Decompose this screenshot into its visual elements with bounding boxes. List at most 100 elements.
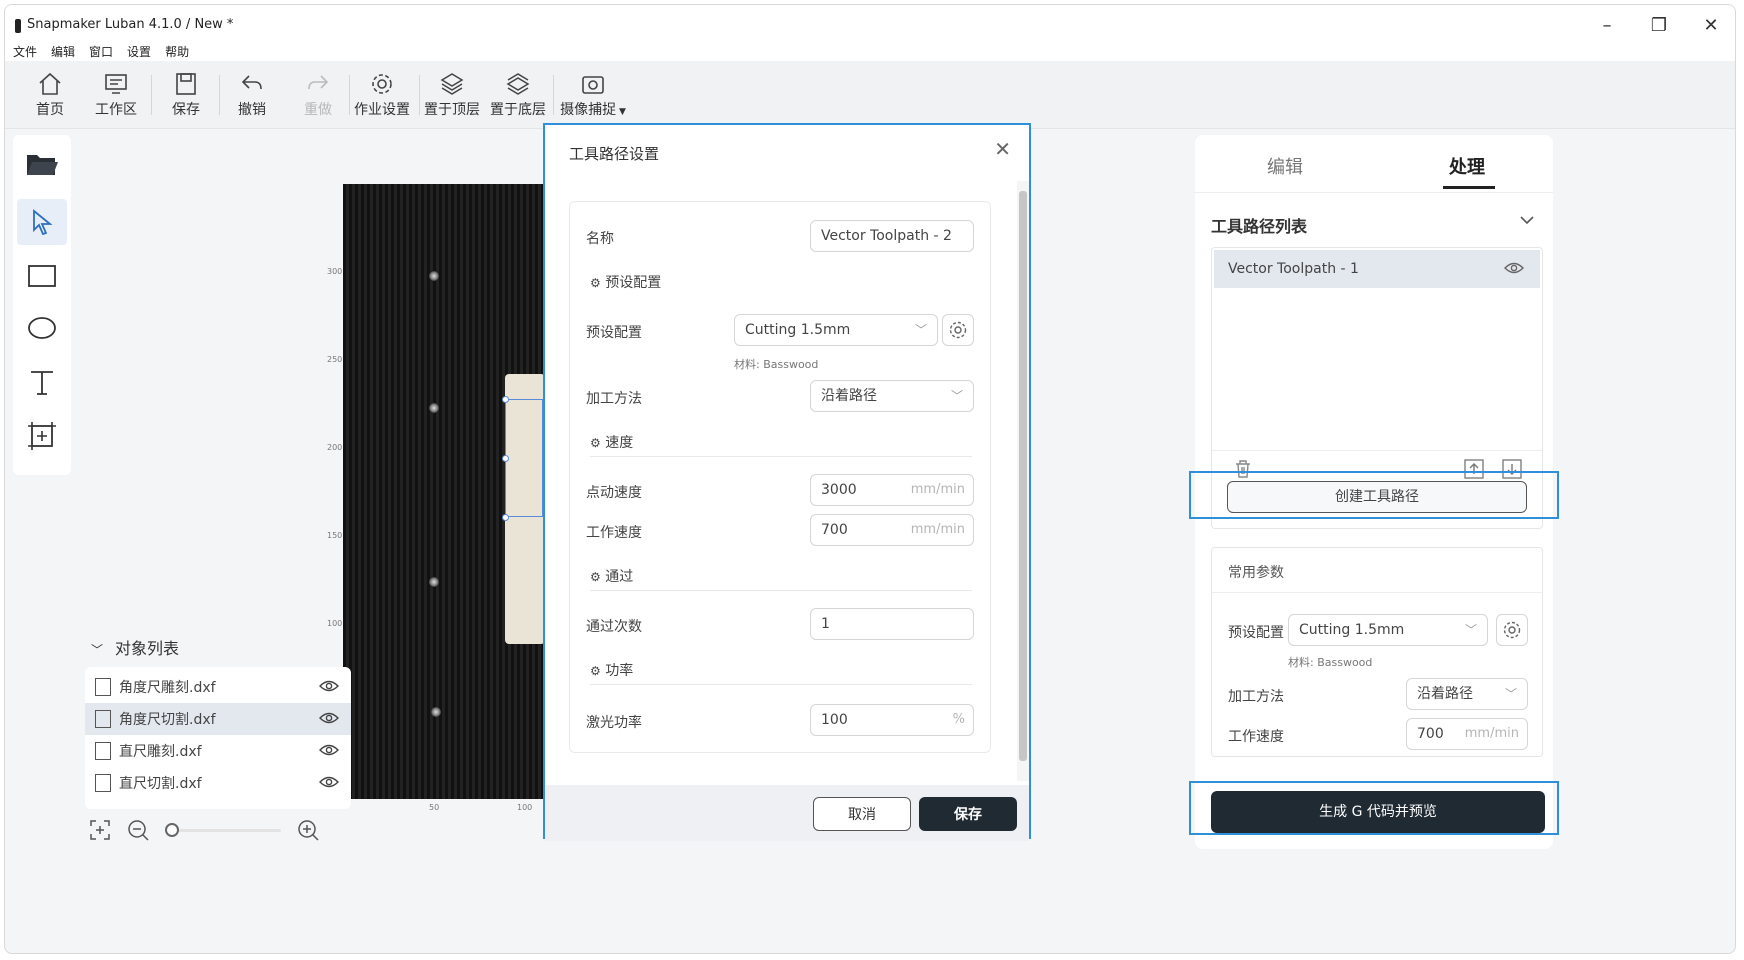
select-tool-button[interactable] [17,199,67,245]
add-frame-tool-button[interactable] [17,413,67,459]
jog-speed-input[interactable]: 3000 mm/min [810,474,974,506]
preset-settings-button[interactable] [942,314,974,346]
text-icon [31,371,53,395]
photo-dot [429,403,439,413]
zoom-slider-track[interactable] [171,829,281,832]
preset-select[interactable]: Cutting 1.5mm ﹀ [734,314,938,346]
selection-box[interactable] [502,396,543,521]
main-toolbar: 首页 工作区 保存 撤销 重做 作业设置 置于顶层 置于底层 摄像捕捉 ▼ [5,61,1735,129]
job-setup-button[interactable]: 作业设置 [349,67,415,119]
divider [1212,592,1542,593]
object-name: 直尺雕刻.dxf [119,744,202,760]
work-speed-input[interactable]: 700 mm/min [1406,718,1528,750]
eye-icon[interactable] [319,679,339,693]
gear-icon: ⚙ [590,570,601,584]
undo-button[interactable]: 撤销 [219,67,285,119]
redo-button[interactable]: 重做 [285,67,351,119]
resize-handle[interactable] [502,396,509,403]
workspace-button[interactable]: 工作区 [83,67,149,119]
resize-handle[interactable] [502,514,509,521]
method-select[interactable]: 沿着路径 ﹀ [1406,678,1528,710]
work-speed-value: 700 [821,522,848,538]
method-label: 加工方法 [1228,689,1284,705]
object-name: 直尺切割.dxf [119,776,202,792]
chevron-down-icon[interactable] [1519,215,1535,225]
passes-input[interactable]: 1 [810,608,974,640]
dialog-close-button[interactable]: ✕ [994,137,1011,161]
object-list-item[interactable]: 角度尺切割.dxf [85,703,351,735]
object-list-header[interactable]: ﹀ 对象列表 [91,635,179,659]
home-button[interactable]: 首页 [17,67,83,119]
toolpath-item[interactable]: Vector Toolpath - 1 [1214,250,1540,288]
send-to-back-label: 置于底层 [490,102,546,118]
minimize-button[interactable]: – [1597,15,1617,36]
ellipse-icon [28,317,56,339]
bring-to-front-button[interactable]: 置于顶层 [419,67,485,119]
y-tick-label: 200 [327,443,343,452]
speed-unit: mm/min [1464,726,1519,741]
method-select[interactable]: 沿着路径 ﹀ [810,380,974,412]
speed-section-header[interactable]: ⚙ 速度 [590,432,633,452]
text-tool-button[interactable] [17,359,67,405]
zoom-slider-knob[interactable] [165,823,179,837]
menu-window[interactable]: 窗口 [89,43,113,60]
fit-to-screen-icon[interactable] [89,819,111,841]
save-button[interactable]: 保存 [919,797,1017,831]
photo-dot [429,271,439,281]
undo-icon [241,75,262,90]
preset-label: 预设配置 [1228,625,1284,641]
laser-power-label: 激光功率 [586,715,642,731]
save-toolbar-button[interactable]: 保存 [153,67,219,119]
preset-select[interactable]: Cutting 1.5mm ﹀ [1288,614,1488,646]
chevron-down-icon: ﹀ [1464,623,1477,637]
camera-capture-button[interactable]: 摄像捕捉 ▼ [555,67,631,119]
resize-handle[interactable] [502,455,509,462]
menu-file[interactable]: 文件 [13,43,37,60]
object-list-item[interactable]: 直尺切割.dxf [85,767,351,799]
power-section-title: 功率 [605,663,634,679]
menu-help[interactable]: 帮助 [165,43,189,60]
power-section-header[interactable]: ⚙ 功率 [590,660,633,680]
pass-section-header[interactable]: ⚙ 通过 [590,566,633,586]
chevron-down-icon: ﹀ [91,643,104,657]
app-window: Snapmaker Luban 4.1.0 / New * 文件 编辑 窗口 设… [4,4,1736,954]
create-toolpath-highlight [1189,471,1559,519]
common-params-title: 常用参数 [1228,565,1284,581]
material-note: 材料: Basswood [734,358,819,371]
ellipse-tool-button[interactable] [17,305,67,351]
eye-icon[interactable] [319,743,339,757]
tab-edit[interactable]: 编辑 [1267,153,1303,179]
laser-power-input[interactable]: 100 % [810,704,974,736]
work-speed-input[interactable]: 700 mm/min [810,514,974,546]
eye-icon[interactable] [319,711,339,725]
zoom-controls [89,817,329,845]
scrollbar-thumb[interactable] [1019,191,1027,761]
cancel-button[interactable]: 取消 [813,797,911,831]
toolpath-name-input[interactable]: Vector Toolpath - 2 [810,220,974,252]
zoom-out-icon[interactable] [127,819,149,841]
gear-icon: ⚙ [590,436,601,450]
dialog-scrollbar[interactable] [1017,181,1029,781]
chevron-down-icon: ﹀ [950,389,963,403]
open-file-button[interactable] [17,141,67,187]
tab-process[interactable]: 处理 [1449,153,1485,179]
rectangle-tool-button[interactable] [17,253,67,299]
gear-icon [949,321,967,339]
camera-icon [582,76,604,94]
camera-capture-label: 摄像捕捉 [560,102,617,118]
window-title: Snapmaker Luban 4.1.0 / New * [27,17,234,32]
preset-settings-button[interactable] [1496,614,1528,646]
preset-section-header[interactable]: ⚙ 预设配置 [590,272,661,292]
passes-value: 1 [821,616,830,632]
restore-button[interactable]: ❐ [1649,15,1669,36]
menu-settings[interactable]: 设置 [127,43,151,60]
send-to-back-button[interactable]: 置于底层 [485,67,551,119]
eye-icon[interactable] [1504,261,1524,275]
eye-icon[interactable] [319,775,339,789]
object-list-item[interactable]: 角度尺雕刻.dxf [85,671,351,703]
close-window-button[interactable]: ✕ [1701,15,1721,36]
zoom-in-icon[interactable] [297,819,319,841]
object-list-item[interactable]: 直尺雕刻.dxf [85,735,351,767]
y-tick-label: 250 [327,355,343,364]
menu-edit[interactable]: 编辑 [51,43,75,60]
